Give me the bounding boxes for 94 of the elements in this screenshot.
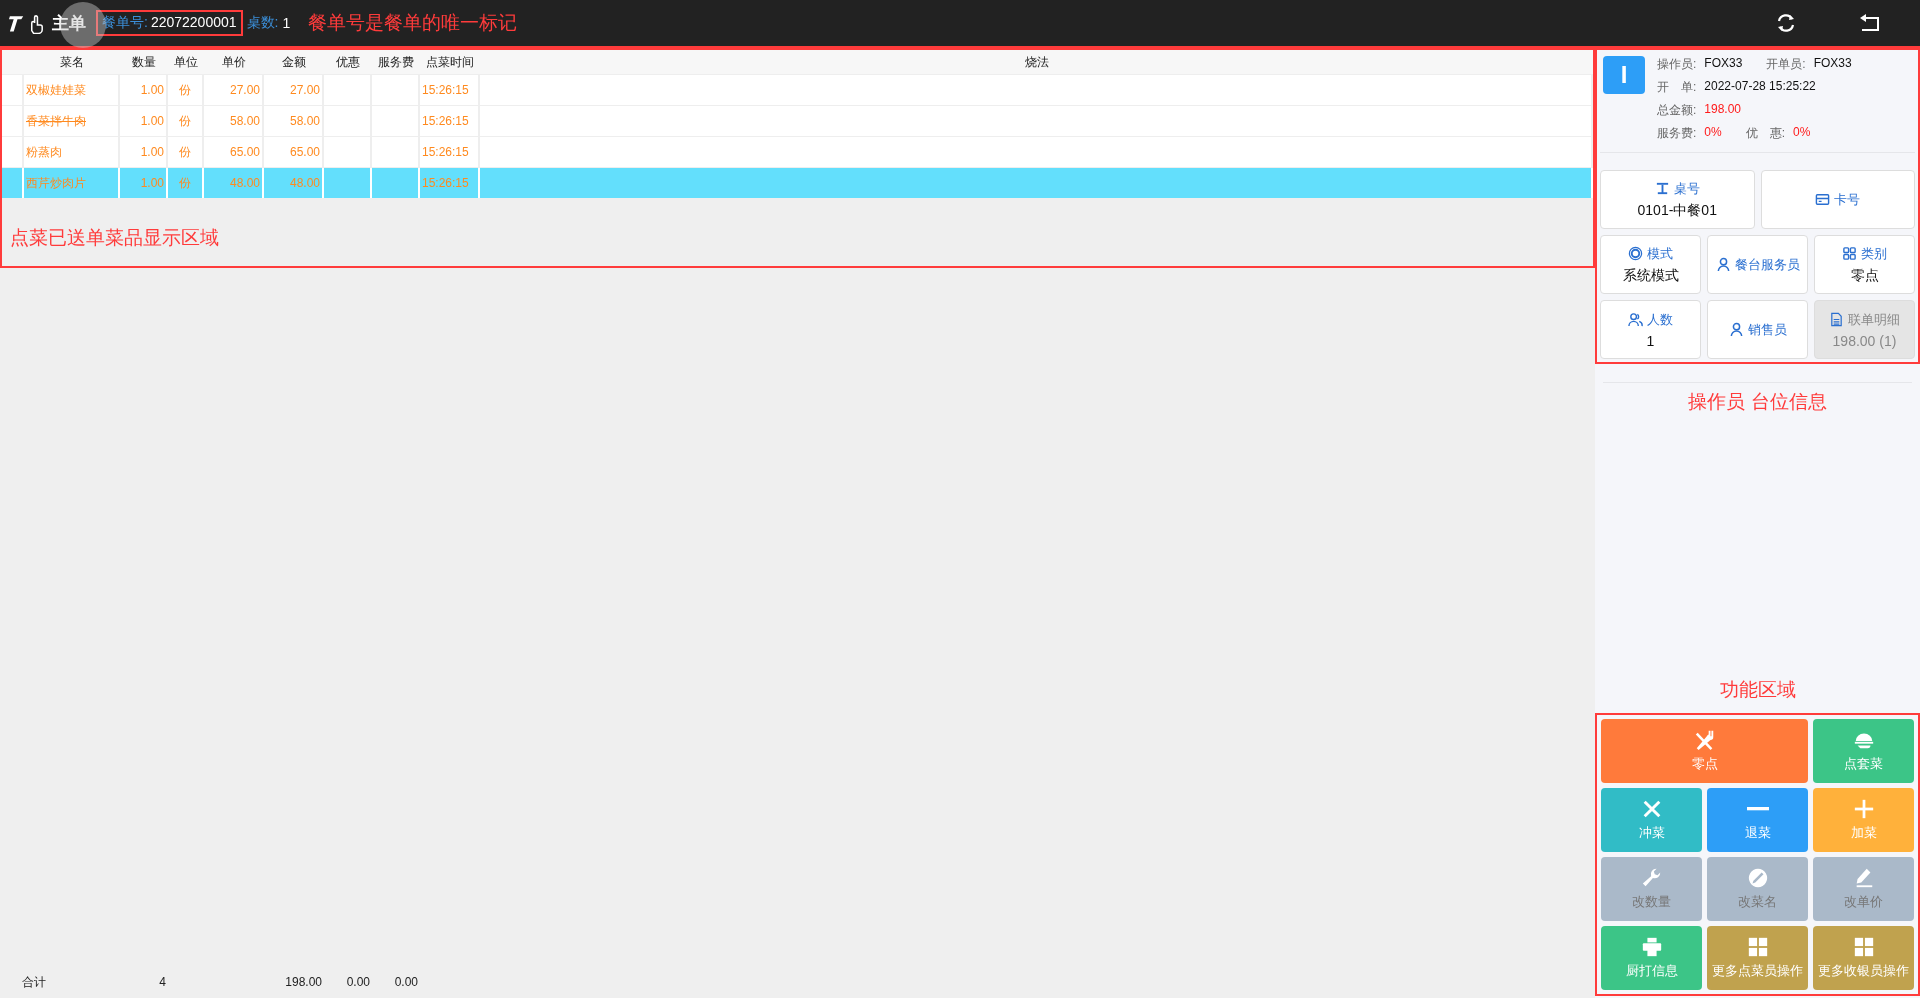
- totals-service: 0.00: [394, 975, 418, 989]
- info-label: 服务费:: [1657, 125, 1697, 142]
- column-header: 单价: [221, 53, 247, 71]
- column-header: 烧法: [1023, 53, 1050, 71]
- info-value: FOX33: [1704, 56, 1743, 72]
- info-value: FOX33: [1813, 56, 1852, 72]
- info-card-button[interactable]: 餐台服务员: [1707, 235, 1808, 294]
- column-header: 点菜时间: [425, 53, 475, 71]
- grid-icon: [1842, 246, 1857, 261]
- function-button[interactable]: 点套菜: [1813, 719, 1914, 783]
- info-label: 优 惠:: [1745, 125, 1786, 142]
- column-header: 单位: [173, 53, 199, 71]
- logo-icon: [8, 12, 46, 34]
- table-cell: 58.00: [229, 114, 260, 128]
- info-card-button[interactable]: 销售员: [1707, 300, 1808, 359]
- table-cell: 15:26:15: [422, 176, 469, 190]
- table-cell: 1.00: [140, 114, 164, 128]
- person-icon: [1728, 322, 1744, 337]
- function-button[interactable]: 零点: [1601, 719, 1808, 783]
- table-row[interactable]: 西芹炒肉片 1.00 份 48.00 48.00 15:26:15: [2, 167, 1593, 198]
- info-label: 开 单:: [1657, 79, 1697, 96]
- table-cell: 1.00: [140, 83, 164, 97]
- totals-label: 合计: [22, 974, 46, 989]
- column-header: 服务费: [377, 53, 415, 71]
- info-label: 总金额:: [1657, 102, 1697, 119]
- info-value: 0%: [1793, 125, 1811, 141]
- table-row[interactable]: 双椒娃娃菜 1.00 份 27.00 27.00 15:26:15: [2, 74, 1593, 105]
- grid-icon: [1852, 936, 1875, 958]
- page-title: 主单: [52, 12, 86, 35]
- table-icon: [1654, 181, 1670, 196]
- table-cell: 58.00: [289, 114, 320, 128]
- info-card-button[interactable]: 人数 1: [1600, 300, 1701, 359]
- wrench-icon: [1640, 867, 1663, 889]
- table-cell: 15:26:15: [422, 145, 469, 159]
- table-count: 1: [282, 15, 291, 31]
- function-button[interactable]: 冲菜: [1601, 788, 1702, 852]
- column-header: 菜名: [59, 53, 85, 71]
- table-cell: 西芹炒肉片: [26, 174, 86, 192]
- table-cell: 27.00: [229, 83, 260, 97]
- info-card-button[interactable]: 类别 零点: [1814, 235, 1915, 294]
- table-count-label: 桌数:: [246, 14, 279, 32]
- people-icon: [1628, 312, 1643, 327]
- table-cell: 65.00: [229, 145, 260, 159]
- column-header: 数量: [131, 53, 157, 71]
- function-button[interactable]: 退菜: [1707, 788, 1808, 852]
- order-number: 22072200001: [150, 14, 237, 32]
- card-icon: [1815, 192, 1831, 207]
- annotation: 功能区域: [1718, 678, 1797, 702]
- totals-amount: 198.00: [285, 975, 322, 989]
- table-row[interactable]: 粉蒸肉 1.00 份 65.00 65.00 15:26:15: [2, 136, 1593, 167]
- totals-discount: 0.00: [346, 975, 370, 989]
- table-cell: 份: [179, 112, 191, 130]
- table-cell: 双椒娃娃菜: [26, 81, 86, 99]
- plus-icon: [1852, 798, 1875, 820]
- info-card-button[interactable]: 卡号: [1760, 170, 1915, 229]
- table-cell: 27.00: [289, 83, 320, 97]
- table-cell: 份: [179, 81, 191, 99]
- table-cell: 15:26:15: [422, 83, 469, 97]
- table-row[interactable]: 香菜拌牛肉 1.00 份 58.00 58.00 15:26:15: [2, 105, 1593, 136]
- minus-icon: [1746, 807, 1769, 811]
- function-button[interactable]: 更多收银员操作: [1813, 926, 1914, 990]
- table-cell: 粉蒸肉: [26, 143, 62, 161]
- printer-icon: [1640, 936, 1663, 958]
- info-value: 2022-07-28 15:25:22: [1704, 79, 1816, 95]
- table-cell: 份: [179, 143, 191, 161]
- grid-icon: [1746, 936, 1769, 958]
- avatar: I: [1603, 56, 1645, 94]
- info-label: 开单员:: [1766, 56, 1806, 73]
- table-cell: 1.00: [140, 176, 164, 190]
- info-value: 0%: [1704, 125, 1722, 141]
- table-cell: 份: [179, 174, 191, 192]
- annotation: 点菜已送单菜品显示区域: [10, 226, 220, 250]
- order-number-label: 餐单号:: [102, 14, 148, 32]
- table-cell: 15:26:15: [422, 114, 469, 128]
- info-card-button[interactable]: 模式 系统模式: [1600, 235, 1701, 294]
- totals-quantity: 4: [159, 975, 166, 989]
- ring-icon: [1628, 246, 1643, 261]
- function-button[interactable]: 厨打信息: [1601, 926, 1702, 990]
- table-cell: 1.00: [140, 145, 164, 159]
- annotation: 餐单号是餐单的唯一标记: [308, 11, 518, 35]
- table-cell: 48.00: [289, 176, 320, 190]
- function-button[interactable]: 加菜: [1813, 788, 1914, 852]
- info-card-button[interactable]: 桌号 0101-中餐01: [1600, 170, 1755, 229]
- person-icon: [1715, 257, 1731, 272]
- function-button[interactable]: 更多点菜员操作: [1707, 926, 1808, 990]
- annotation: 操作员 台位信息: [1687, 390, 1828, 414]
- info-label: 操作员:: [1657, 56, 1697, 73]
- column-header: 优惠: [335, 53, 361, 71]
- fork-knife-icon: [1693, 729, 1716, 751]
- info-value: 198.00: [1704, 102, 1742, 118]
- table-cell: 香菜拌牛肉: [26, 112, 86, 130]
- table-cell: 48.00: [229, 176, 260, 190]
- column-header: 金额: [281, 53, 307, 71]
- table-cell: 65.00: [289, 145, 320, 159]
